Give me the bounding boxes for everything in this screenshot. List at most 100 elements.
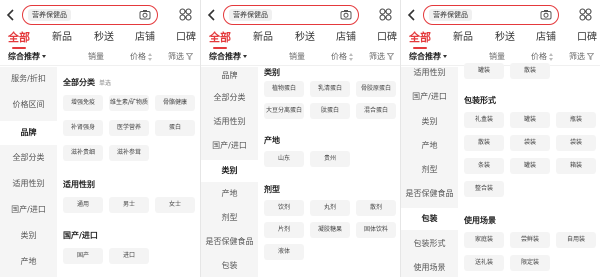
filter-chip[interactable]: 尝鲜装: [510, 232, 550, 248]
filter-chip[interactable]: 礼盒装: [464, 112, 504, 128]
search-query-tag[interactable]: 营养保健品: [429, 9, 472, 21]
filter-chip[interactable]: 增强免疫: [63, 95, 103, 111]
sidebar-item-scene[interactable]: 使用场景: [401, 262, 458, 274]
tab-all[interactable]: 全部: [8, 30, 30, 46]
filter-chip[interactable]: 罐装: [510, 112, 550, 128]
sort-sales[interactable]: 销量: [489, 51, 505, 63]
search-input[interactable]: 营养保健品: [423, 5, 559, 25]
tab-new[interactable]: 新品: [253, 30, 273, 46]
filter-chip[interactable]: 片剂: [264, 222, 304, 238]
filter-chip[interactable]: 散装: [510, 63, 550, 79]
filter-chip[interactable]: 滋补参茸: [109, 145, 149, 161]
filter-chip[interactable]: 瓶装: [556, 112, 596, 128]
back-arrow-icon[interactable]: [407, 9, 417, 21]
filter-chip[interactable]: 家庭装: [464, 232, 504, 248]
sort-comprehensive[interactable]: 综合推荐: [209, 51, 247, 63]
sidebar-item-form[interactable]: 剂型: [401, 164, 458, 176]
filter-chip[interactable]: 饮剂: [264, 200, 304, 216]
sidebar-item-gender[interactable]: 适用性别: [0, 178, 57, 190]
camera-icon[interactable]: [139, 9, 151, 20]
search-input[interactable]: 营养保健品: [22, 5, 158, 25]
tab-stores[interactable]: 店铺: [336, 30, 356, 46]
back-arrow-icon[interactable]: [6, 9, 16, 21]
filter-chip[interactable]: 女士: [155, 197, 195, 213]
filter-chip[interactable]: 液体: [264, 244, 304, 260]
tab-all[interactable]: 全部: [209, 30, 231, 46]
tab-express[interactable]: 秒送: [495, 30, 515, 46]
sort-filter[interactable]: 筛选: [369, 51, 394, 63]
sidebar-item-health-food[interactable]: 是否保健食品: [401, 188, 458, 200]
search-query-tag[interactable]: 营养保健品: [229, 9, 272, 21]
tab-express[interactable]: 秒送: [295, 30, 315, 46]
tab-all[interactable]: 全部: [409, 30, 431, 46]
filter-chip[interactable]: 丸剂: [310, 200, 350, 216]
sidebar-item-type[interactable]: 类别: [401, 116, 458, 128]
filter-chip[interactable]: 植物蛋白: [264, 81, 304, 97]
filter-chip[interactable]: 乳清蛋白: [310, 81, 350, 97]
filter-chip[interactable]: 蛋白: [155, 120, 195, 136]
filter-chip[interactable]: 袋装: [510, 135, 550, 151]
search-input[interactable]: 营养保健品: [223, 5, 359, 25]
sidebar-item-brand[interactable]: 品牌: [201, 70, 258, 82]
sidebar-item-category[interactable]: 全部分类: [201, 92, 258, 104]
sidebar-item-place[interactable]: 产地: [401, 140, 458, 152]
tab-stores[interactable]: 店铺: [135, 30, 155, 46]
sidebar-item-service[interactable]: 服务/折扣: [0, 73, 57, 85]
filter-chip[interactable]: 送礼装: [464, 255, 504, 271]
sidebar-item-origin[interactable]: 国产/进口: [201, 140, 258, 152]
filter-chip[interactable]: 男士: [109, 197, 149, 213]
sort-price[interactable]: 价格: [331, 51, 354, 63]
menu-grid-icon[interactable]: [579, 8, 592, 21]
sidebar-item-form[interactable]: 剂型: [201, 212, 258, 224]
sidebar-item-place[interactable]: 产地: [0, 256, 57, 268]
sidebar-item-package[interactable]: 包装: [401, 208, 458, 230]
filter-chip[interactable]: 固体饮料: [356, 222, 396, 238]
filter-chip[interactable]: 进口: [109, 248, 149, 264]
sort-comprehensive[interactable]: 综合推荐: [409, 51, 447, 63]
sort-price[interactable]: 价格: [130, 51, 153, 63]
tab-new[interactable]: 新品: [453, 30, 473, 46]
filter-chip[interactable]: 山东: [264, 151, 304, 167]
filter-chip[interactable]: 骨胶原蛋白: [356, 81, 396, 97]
search-query-tag[interactable]: 营养保健品: [28, 9, 71, 21]
filter-chip[interactable]: 混合蛋白: [356, 103, 396, 119]
filter-chip[interactable]: 维生素/矿物质: [109, 95, 149, 111]
filter-chip[interactable]: 医学营养: [109, 120, 149, 136]
sort-sales[interactable]: 销量: [289, 51, 305, 63]
sidebar-item-place[interactable]: 产地: [201, 188, 258, 200]
sidebar-item-package[interactable]: 包装: [201, 260, 258, 272]
sidebar-item-gender[interactable]: 适用性别: [201, 116, 258, 128]
filter-chip[interactable]: 罐装: [464, 63, 504, 79]
menu-grid-icon[interactable]: [179, 8, 192, 21]
sort-sales[interactable]: 销量: [88, 51, 104, 63]
sidebar-item-origin[interactable]: 国产/进口: [0, 204, 57, 216]
tab-express[interactable]: 秒送: [94, 30, 114, 46]
tab-reviews[interactable]: 口碑: [176, 30, 196, 46]
sidebar-item-type[interactable]: 类别: [201, 160, 258, 182]
sidebar-item-brand[interactable]: 品牌: [0, 121, 57, 145]
sidebar-item-type[interactable]: 类别: [0, 230, 57, 242]
tab-new[interactable]: 新品: [52, 30, 72, 46]
sidebar-item-category[interactable]: 全部分类: [0, 152, 57, 164]
filter-chip[interactable]: 自用装: [556, 232, 596, 248]
filter-chip[interactable]: 滋补贵细: [63, 145, 103, 161]
camera-icon[interactable]: [540, 9, 552, 20]
filter-chip[interactable]: 罐装: [510, 158, 550, 174]
filter-chip[interactable]: 骨骼健康: [155, 95, 195, 111]
filter-chip[interactable]: 贵州: [310, 151, 350, 167]
sidebar-item-origin[interactable]: 国产/进口: [401, 91, 458, 103]
filter-chip[interactable]: 肽蛋白: [310, 103, 350, 119]
filter-chip[interactable]: 散剂: [356, 200, 396, 216]
filter-chip[interactable]: 大豆分离蛋白: [264, 103, 304, 119]
tab-reviews[interactable]: 口碑: [377, 30, 397, 46]
filter-chip[interactable]: 通用: [63, 197, 103, 213]
filter-chip[interactable]: 限定装: [510, 255, 550, 271]
filter-chip[interactable]: 袋装: [556, 135, 596, 151]
sort-price[interactable]: 价格: [531, 51, 554, 63]
back-arrow-icon[interactable]: [207, 9, 217, 21]
filter-chip[interactable]: 整合装: [464, 181, 504, 197]
sort-filter[interactable]: 筛选: [168, 51, 193, 63]
filter-chip[interactable]: 箱装: [556, 158, 596, 174]
filter-chip[interactable]: 国产: [63, 248, 103, 264]
filter-chip[interactable]: 凝胶糖果: [310, 222, 350, 238]
